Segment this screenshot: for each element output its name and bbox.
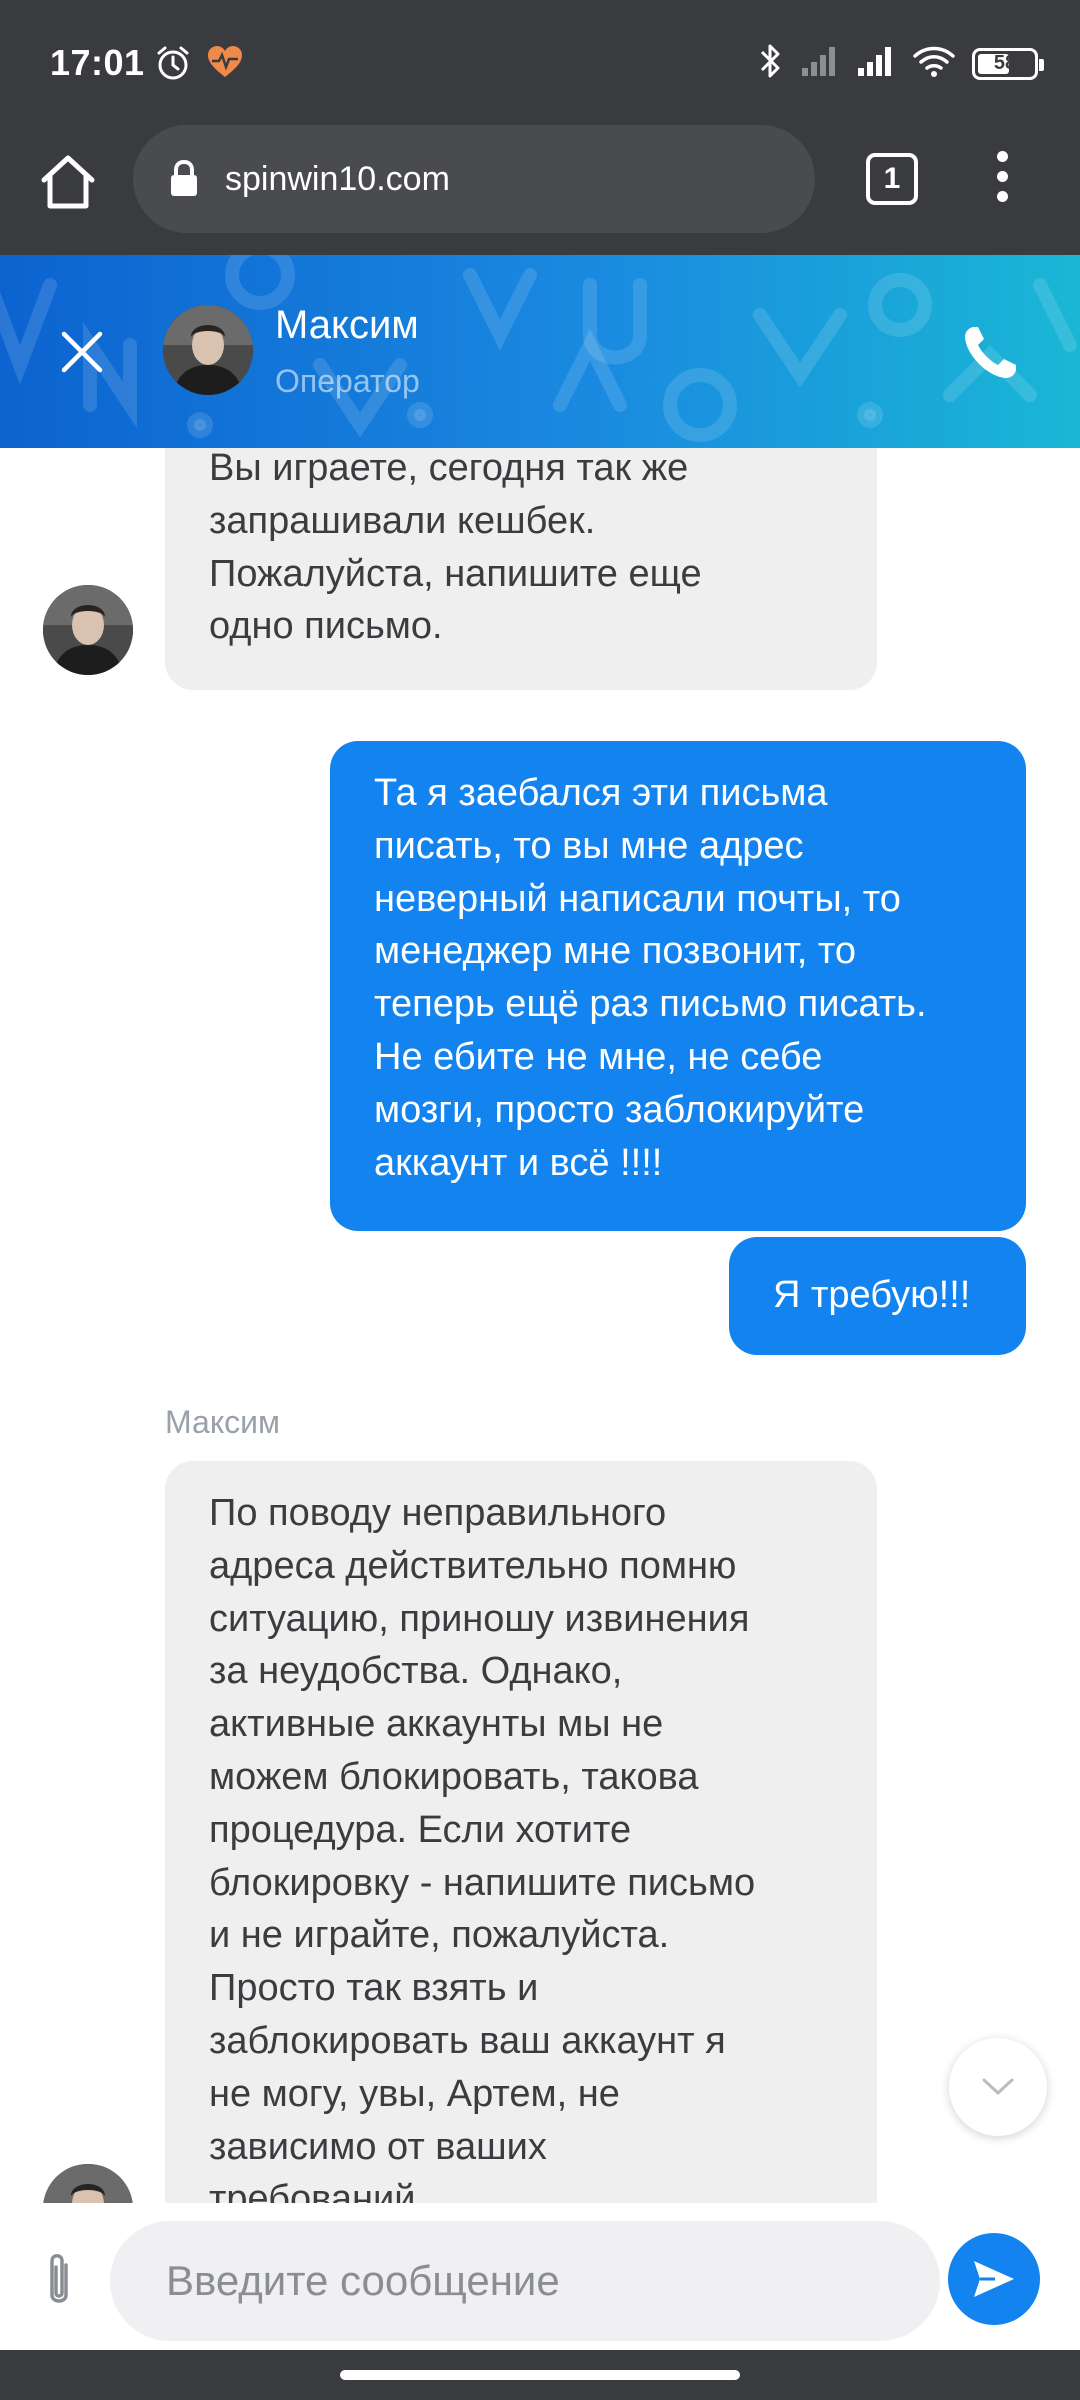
message-line: Вы играете, сегодня так же	[209, 448, 689, 489]
message-line: менеджер мне позвонит, то	[374, 930, 856, 973]
header-decorative-pattern	[0, 255, 1077, 442]
message-line: блокировку - напишите письмо	[209, 1861, 756, 1904]
url-text: spinwin10.com	[225, 159, 450, 198]
operator-role: Оператор	[275, 363, 420, 399]
incoming-message: Вы играете, сегодня так же запрашивали к…	[165, 448, 877, 690]
message-line: Я требую!!!	[773, 1274, 971, 1316]
message-line: Та я заебался эти письма	[374, 772, 828, 814]
close-icon	[61, 331, 103, 373]
message-line: процедура. Если хотите	[209, 1808, 632, 1851]
signal-strong-icon	[856, 44, 896, 83]
call-button[interactable]	[960, 321, 1022, 383]
home-icon	[41, 155, 95, 209]
message-line: Не ебите не мне, не себе	[374, 1035, 823, 1078]
overflow-menu-button[interactable]	[990, 151, 1014, 211]
message-line: заблокировать ваш аккаунт я	[209, 2019, 726, 2062]
message-line: Пожалуйста, напишите еще	[209, 552, 702, 595]
message-line: активные аккаунты мы не	[209, 1703, 664, 1746]
lock-icon	[171, 160, 197, 196]
message-line: одно письмо.	[209, 605, 443, 648]
message-line: писать, то вы мне адрес	[374, 824, 804, 867]
chat-messages[interactable]: Вы играете, сегодня так же запрашивали к…	[0, 448, 1080, 2203]
menu-dot-icon	[996, 151, 1008, 162]
message-line: запрашивали кешбек.	[209, 499, 596, 542]
message-line: Просто так взять и	[209, 1967, 539, 2010]
send-icon	[974, 2261, 1014, 2297]
message-line: можем блокировать, такова	[209, 1755, 699, 1798]
operator-avatar	[163, 305, 253, 395]
attach-button[interactable]	[36, 2251, 82, 2311]
signal-weak-icon	[800, 44, 840, 83]
phone-icon	[965, 327, 1016, 378]
outgoing-message: Та я заебался эти письма писать, то вы м…	[330, 741, 1026, 1231]
message-composer	[0, 2203, 1080, 2350]
wifi-icon	[912, 44, 956, 83]
home-button[interactable]	[36, 150, 100, 214]
message-sender-name: Максим	[165, 1404, 281, 1440]
message-line: По поводу неправильного	[209, 1492, 667, 1534]
chat-header: Максим Оператор	[0, 255, 1080, 448]
menu-dot-icon	[996, 171, 1008, 182]
message-input[interactable]	[110, 2221, 940, 2341]
address-bar[interactable]: spinwin10.com	[133, 125, 815, 233]
bluetooth-icon	[758, 42, 784, 85]
message-line: мозги, просто заблокируйте	[374, 1088, 865, 1131]
menu-dot-icon	[996, 191, 1008, 202]
alarm-icon	[154, 44, 192, 87]
message-line: теперь ещё раз письмо писать.	[374, 983, 927, 1026]
scroll-to-bottom-button[interactable]	[949, 2038, 1047, 2136]
battery-percent: 58	[993, 52, 1017, 74]
tab-switcher-button[interactable]: 1	[866, 153, 918, 205]
status-bar: 17:01 58	[0, 0, 1080, 125]
operator-name: Максим	[275, 303, 419, 347]
paperclip-icon	[50, 2254, 68, 2303]
system-navigation-bar	[0, 2350, 1080, 2400]
status-time: 17:01	[50, 42, 145, 83]
message-line: неверный написали почты, то	[374, 877, 901, 920]
message-line: не могу, увы, Артем, не	[209, 2072, 620, 2115]
message-line: и не играйте, пожалуйста.	[209, 1914, 670, 1957]
message-line: зависимо от ваших	[209, 2125, 547, 2168]
operator-avatar	[43, 585, 133, 675]
message-line: ситуацию, приношу извинения	[209, 1597, 750, 1640]
message-line: за неудобства. Однако,	[209, 1650, 623, 1693]
operator-avatar	[43, 2164, 133, 2203]
message-line: адреса действительно помню	[209, 1544, 737, 1587]
incoming-message: По поводу неправильного адреса действите…	[165, 1461, 877, 2203]
browser-toolbar: spinwin10.com 1	[0, 125, 1080, 255]
chevron-down-icon	[982, 2078, 1014, 2095]
health-heart-icon	[206, 44, 244, 85]
home-indicator[interactable]	[340, 2370, 740, 2380]
battery-indicator: 58	[972, 47, 1044, 80]
status-icons: 58	[758, 42, 1044, 85]
close-chat-button[interactable]	[58, 328, 106, 376]
outgoing-message: Я требую!!!	[729, 1237, 1026, 1355]
send-button[interactable]	[948, 2233, 1040, 2325]
message-line: аккаунт и всё !!!!	[374, 1141, 663, 1184]
message-line: требований	[209, 2178, 416, 2203]
